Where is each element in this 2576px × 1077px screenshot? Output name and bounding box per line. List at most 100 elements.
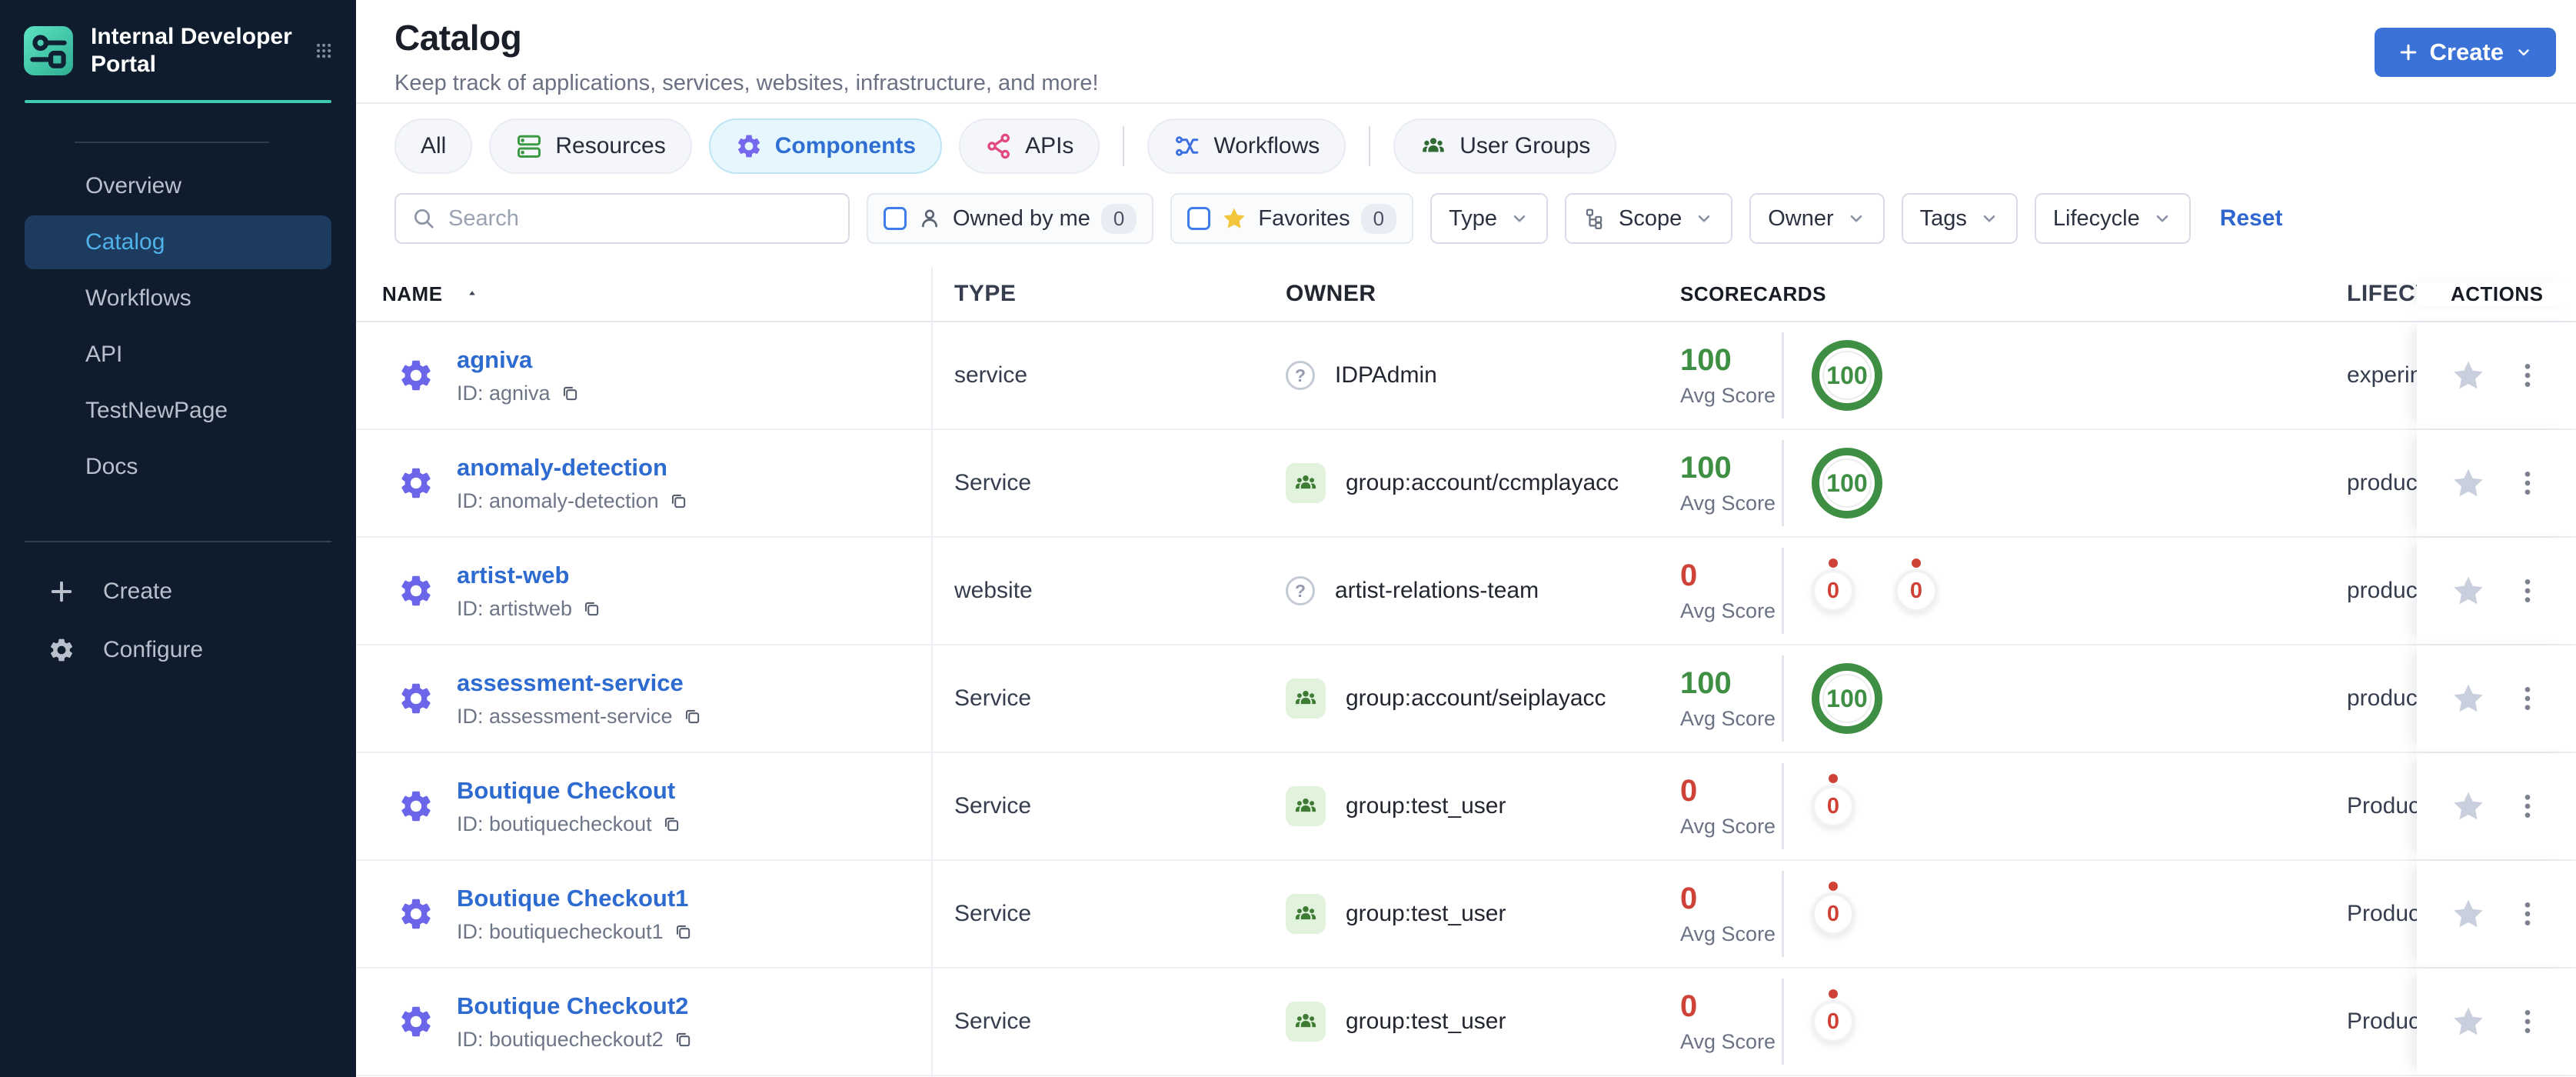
entity-name-link[interactable]: Boutique Checkout bbox=[457, 777, 675, 804]
reset-filters-link[interactable]: Reset bbox=[2220, 205, 2283, 232]
entity-id: ID: agniva bbox=[457, 382, 580, 405]
create-button[interactable]: Create bbox=[2374, 28, 2556, 77]
unknown-owner-icon: ? bbox=[1286, 576, 1315, 605]
tab-all[interactable]: All bbox=[394, 118, 473, 174]
table-header-row: NAME TYPE OWNER SCORECARDS LIFECYC ACTIO… bbox=[356, 267, 2576, 322]
sidebar-divider bbox=[25, 541, 331, 542]
tab-separator bbox=[1369, 126, 1371, 166]
copy-icon[interactable] bbox=[673, 1029, 693, 1049]
copy-icon[interactable] bbox=[560, 383, 580, 403]
scorecard-badge: 0 bbox=[1812, 785, 1855, 828]
sidebar-item-workflows[interactable]: Workflows bbox=[25, 272, 331, 325]
sidebar-item-catalog[interactable]: Catalog bbox=[25, 215, 331, 269]
owner-cell: group:test_user bbox=[1263, 969, 1663, 1075]
sidebar-item-overview[interactable]: Overview bbox=[25, 159, 331, 213]
copy-icon[interactable] bbox=[682, 706, 702, 726]
tab-resources[interactable]: Resources bbox=[489, 118, 692, 174]
favorite-star-icon[interactable] bbox=[2451, 358, 2486, 393]
entity-name-link[interactable]: assessment-service bbox=[457, 669, 684, 696]
table-row[interactable]: artist-web ID: artistweb website ? artis… bbox=[356, 538, 2576, 645]
avg-score: 0 Avg Score bbox=[1680, 559, 1776, 622]
scorecards-cell: 0 Avg Score 0 bbox=[1663, 861, 2340, 967]
tab-user-groups[interactable]: User Groups bbox=[1393, 118, 1617, 174]
favorites-filter[interactable]: Favorites 0 bbox=[1170, 193, 1414, 244]
tab-apis[interactable]: APIs bbox=[959, 118, 1100, 174]
lifecycle-filter-label: Lifecycle bbox=[2052, 205, 2140, 231]
favorite-star-icon[interactable] bbox=[2451, 896, 2486, 932]
table-body: agniva ID: agniva service ? IDPAdmin 100… bbox=[356, 322, 2576, 1076]
person-icon bbox=[917, 206, 942, 231]
copy-icon[interactable] bbox=[668, 491, 688, 511]
table-row[interactable]: agniva ID: agniva service ? IDPAdmin 100… bbox=[356, 322, 2576, 430]
component-gear-icon bbox=[398, 1003, 434, 1040]
apps-grid-icon[interactable] bbox=[315, 38, 333, 63]
chevron-down-icon bbox=[1846, 208, 1866, 228]
favorite-star-icon[interactable] bbox=[2451, 789, 2486, 824]
people-icon bbox=[1419, 132, 1447, 160]
component-gear-icon bbox=[398, 680, 434, 717]
table-row[interactable]: Boutique Checkout ID: boutiquecheckout S… bbox=[356, 753, 2576, 861]
owned-by-me-filter[interactable]: Owned by me 0 bbox=[867, 193, 1154, 244]
lifecycle-filter-dropdown[interactable]: Lifecycle bbox=[2034, 193, 2191, 244]
owned-by-me-checkbox[interactable] bbox=[884, 207, 907, 230]
table-row[interactable]: assessment-service ID: assessment-servic… bbox=[356, 645, 2576, 753]
actions-cell bbox=[2417, 753, 2576, 859]
score-divider bbox=[1782, 871, 1784, 957]
chevron-down-icon bbox=[2514, 43, 2533, 62]
kebab-menu-icon[interactable] bbox=[2512, 682, 2543, 715]
owner-filter-label: Owner bbox=[1768, 205, 1834, 231]
table-row[interactable]: Boutique Checkout1 ID: boutiquecheckout1… bbox=[356, 861, 2576, 969]
tab-workflows[interactable]: Workflows bbox=[1147, 118, 1346, 174]
sidebar-item-api[interactable]: API bbox=[25, 328, 331, 382]
copy-icon[interactable] bbox=[581, 599, 601, 619]
favorite-star-icon[interactable] bbox=[2451, 465, 2486, 501]
favorite-star-icon[interactable] bbox=[2451, 1004, 2486, 1039]
create-button-label: Create bbox=[2429, 38, 2504, 65]
tab-user-groups-label: User Groups bbox=[1459, 133, 1591, 158]
lifecycle-cell: produc bbox=[2347, 470, 2417, 495]
column-header-name[interactable]: NAME bbox=[356, 282, 931, 306]
search-input[interactable] bbox=[448, 205, 833, 232]
sidebar-create-button[interactable]: Create bbox=[0, 562, 356, 621]
sidebar-item-docs[interactable]: Docs bbox=[25, 440, 331, 494]
kebab-menu-icon[interactable] bbox=[2512, 466, 2543, 500]
scorecards-cell: 100 Avg Score 100 bbox=[1663, 430, 2340, 536]
copy-icon[interactable] bbox=[673, 922, 693, 942]
scorecard-badges: 100 bbox=[1812, 663, 1882, 734]
entity-id: ID: artistweb bbox=[457, 597, 601, 621]
entity-name-link[interactable]: Boutique Checkout2 bbox=[457, 992, 688, 1019]
tab-components[interactable]: Components bbox=[708, 118, 943, 174]
sidebar-configure-button[interactable]: Configure bbox=[0, 621, 356, 679]
kebab-menu-icon[interactable] bbox=[2512, 1005, 2543, 1039]
type-filter-dropdown[interactable]: Type bbox=[1430, 193, 1548, 244]
owner-filter-dropdown[interactable]: Owner bbox=[1749, 193, 1885, 244]
kebab-menu-icon[interactable] bbox=[2512, 897, 2543, 931]
entity-name-link[interactable]: anomaly-detection bbox=[457, 454, 667, 481]
favorite-star-icon[interactable] bbox=[2451, 573, 2486, 609]
brand: Internal Developer Portal bbox=[0, 0, 356, 95]
copy-icon[interactable] bbox=[661, 814, 681, 834]
kebab-menu-icon[interactable] bbox=[2512, 574, 2543, 608]
scope-filter-dropdown[interactable]: Scope bbox=[1565, 193, 1733, 244]
catalog-table: NAME TYPE OWNER SCORECARDS LIFECYC ACTIO… bbox=[356, 267, 2576, 1077]
actions-cell bbox=[2417, 969, 2576, 1075]
table-row[interactable]: anomaly-detection ID: anomaly-detection … bbox=[356, 430, 2576, 538]
entity-name-link[interactable]: Boutique Checkout1 bbox=[457, 885, 688, 912]
kebab-menu-icon[interactable] bbox=[2512, 789, 2543, 823]
entity-id: ID: boutiquecheckout1 bbox=[457, 920, 693, 944]
favorites-checkbox[interactable] bbox=[1187, 207, 1211, 230]
entity-name-link[interactable]: artist-web bbox=[457, 562, 569, 589]
sidebar-item-testnewpage[interactable]: TestNewPage bbox=[25, 384, 331, 438]
avg-score: 100 Avg Score bbox=[1680, 343, 1776, 407]
scorecard-badges: 00 bbox=[1812, 569, 1938, 612]
scorecard-badges: 0 bbox=[1812, 892, 1855, 935]
scorecard-badge: 0 bbox=[1812, 1000, 1855, 1043]
favorite-star-icon[interactable] bbox=[2451, 681, 2486, 716]
score-divider bbox=[1782, 332, 1784, 418]
table-row[interactable]: Boutique Checkout2 ID: boutiquecheckout2… bbox=[356, 969, 2576, 1076]
tags-filter-dropdown[interactable]: Tags bbox=[1901, 193, 2018, 244]
score-divider bbox=[1782, 655, 1784, 742]
entity-name-link[interactable]: agniva bbox=[457, 346, 532, 373]
kebab-menu-icon[interactable] bbox=[2512, 358, 2543, 392]
scorecard-badges: 100 bbox=[1812, 340, 1882, 411]
